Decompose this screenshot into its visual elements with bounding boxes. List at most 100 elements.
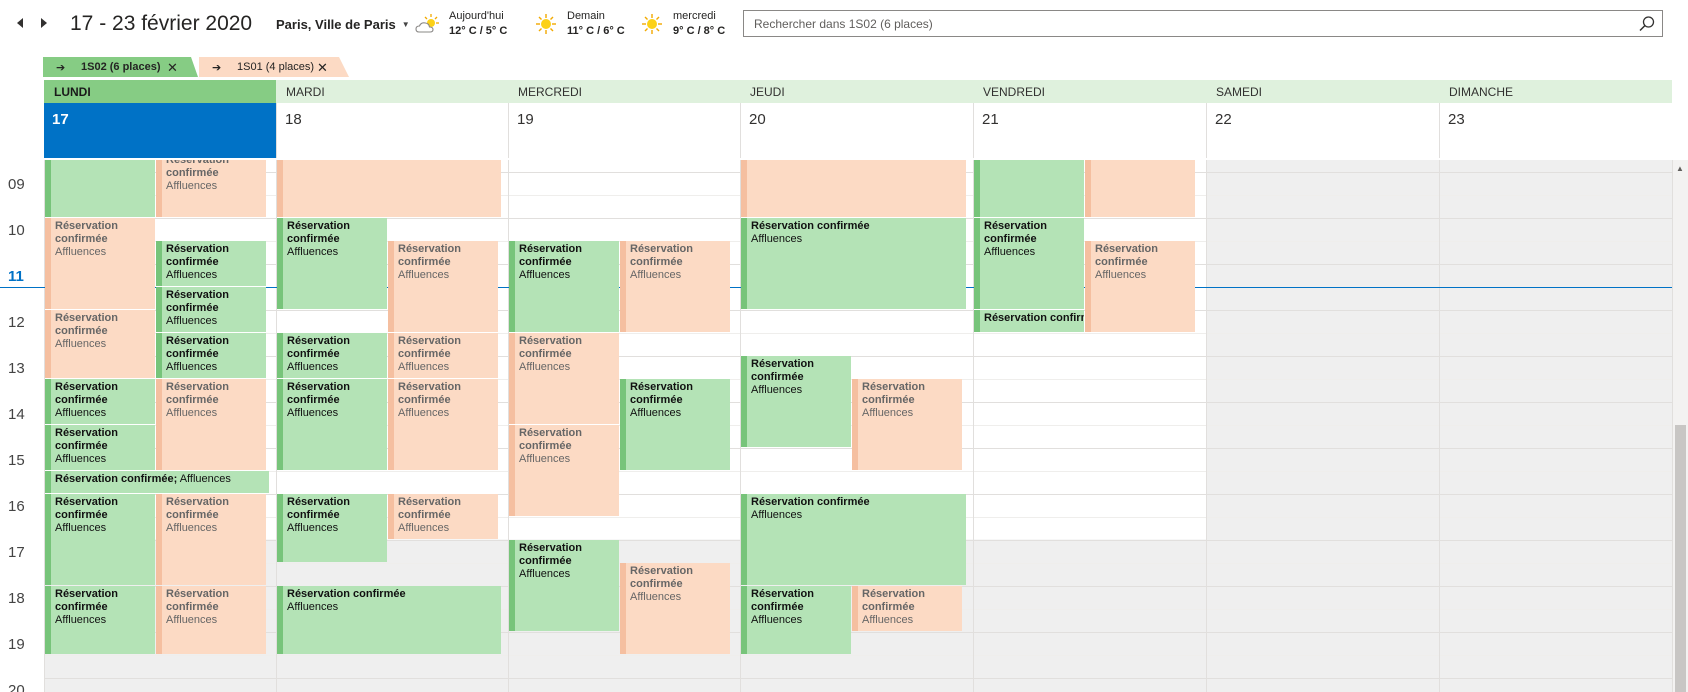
calendar-event[interactable]: Réservation confirmée Affluences [156, 332, 266, 378]
calendar-event[interactable]: Réservation confirmée Affluences [156, 493, 266, 585]
event-title: Réservation confirmée [55, 219, 118, 245]
calendar-tab-1s02[interactable]: ➔ 1S02 (6 places) ✕ [43, 57, 198, 77]
calendar-event[interactable]: Réservation confirmée Affluences [852, 378, 962, 470]
event-color-bar [277, 493, 283, 562]
day-number[interactable]: 20 [740, 103, 973, 158]
calendar-event[interactable]: Réservation confirmée Affluences [852, 585, 962, 631]
calendar-event[interactable]: Réservation confirmée Affluences [156, 585, 266, 654]
event-subtitle: Affluences [630, 406, 682, 419]
close-icon[interactable]: ✕ [167, 60, 178, 76]
hour-label: 18 [8, 589, 25, 607]
search-icon[interactable] [1638, 15, 1656, 33]
next-week-button[interactable] [38, 16, 50, 30]
calendar-event[interactable] [1085, 160, 1195, 217]
day-name-dimanche: DIMANCHE [1439, 80, 1672, 103]
day-number[interactable]: 19 [508, 103, 740, 158]
calendar-event[interactable]: Réservation confirmée Affluences [741, 217, 966, 309]
event-subtitle: Affluences [287, 600, 339, 613]
close-icon[interactable]: ✕ [317, 60, 328, 76]
event-subtitle: Affluences [166, 268, 218, 281]
calendar-event[interactable]: Réservation confirmée Affluences [156, 286, 266, 332]
event-subtitle: Affluences [166, 180, 218, 192]
calendar-event[interactable]: Réservation confirmée Affluences [1085, 240, 1195, 332]
event-color-bar [509, 424, 515, 516]
event-title: Réservation confirmée [287, 587, 406, 600]
calendar-event[interactable] [974, 160, 1084, 217]
calendar-event[interactable]: Réservation confirmée Affluences [509, 424, 619, 516]
event-title: Réservation confirmée [519, 242, 582, 268]
event-title: Réservation confirmée [984, 219, 1047, 245]
calendar-event[interactable]: Réservation confirmée Affluences [277, 378, 387, 470]
calendar-event[interactable]: Réservation confirmée Affluences [277, 493, 387, 562]
day-number[interactable]: 22 [1206, 103, 1439, 158]
calendar-event[interactable]: Réservation confirmée Affluences [388, 332, 498, 378]
event-title: Réservation confirmée [166, 242, 229, 268]
calendar-event[interactable]: Réservation confirmée Affluences [45, 378, 155, 424]
calendar-event[interactable]: Réservation confirmée Affluences [974, 217, 1084, 309]
hour-gridline [44, 309, 1672, 311]
calendar-event[interactable]: Réservation confirmée Affluences [45, 217, 155, 309]
event-color-bar [974, 309, 980, 332]
day-number[interactable]: 18 [276, 103, 508, 158]
sun-icon [638, 12, 666, 36]
calendar-event[interactable]: Réservation confirmée Affluences [388, 240, 498, 332]
scroll-up-icon[interactable]: ▲ [1676, 164, 1684, 173]
event-color-bar [741, 585, 747, 654]
event-subtitle: Affluences [398, 521, 450, 534]
previous-week-button[interactable] [14, 16, 26, 30]
calendar-event[interactable]: Réservation confirmée Affluences [45, 309, 155, 378]
event-color-bar [974, 160, 980, 217]
calendar-event[interactable]: Réservation confirmée Affluences [45, 424, 155, 470]
event-subtitle: Affluences [398, 406, 450, 419]
half-hour-gridline [44, 654, 1672, 656]
calendar-event[interactable]: Réservation confirmée Affluences [156, 160, 266, 217]
event-title: Réservation confirmée [862, 587, 925, 613]
calendar-event[interactable] [45, 160, 155, 217]
search-box[interactable] [743, 10, 1663, 37]
calendar-event[interactable]: Réservation confirmée Affluences [509, 332, 619, 424]
calendar-event[interactable]: Réservation confirmée Affluences [277, 217, 387, 309]
location-selector[interactable]: Paris, Ville de Paris ▼ [276, 17, 410, 32]
calendar-event[interactable]: Réservation confirmée Affluences [741, 355, 851, 447]
day-number[interactable]: 17 [44, 103, 276, 158]
search-input[interactable] [754, 15, 1614, 32]
time-grid[interactable]: 09 10 11 12 13 14 15 16 17 18 19 20 Réservation conf… [0, 160, 1688, 692]
calendar-event[interactable]: Réservation confirmée Affluences [741, 493, 966, 585]
calendar-event[interactable]: Réservation confirmée Affluences [45, 585, 155, 654]
day-number[interactable]: 21 [973, 103, 1206, 158]
calendar-event[interactable]: Réservation confirmée Affluences [620, 240, 730, 332]
vertical-scrollbar[interactable]: ▲ [1672, 160, 1688, 692]
event-subtitle: Affluences [179, 472, 231, 485]
event-color-bar [620, 562, 626, 654]
calendar-toolbar: 17 - 23 février 2020 Paris, Ville de Par… [0, 0, 1688, 48]
calendar-event[interactable]: Réservation confirmée [974, 309, 1084, 332]
event-title: Réservation confirmée [751, 357, 814, 383]
calendar-event[interactable]: Réservation confirmée Affluences [509, 539, 619, 631]
day-name-mardi: MARDI [276, 80, 508, 103]
event-color-bar [156, 286, 162, 332]
hour-label: 19 [8, 635, 25, 653]
weather-day-label: Demain [567, 10, 605, 22]
event-title: Réservation confirmée; [55, 472, 178, 485]
calendar-event[interactable]: Réservation confirmée Affluences [620, 562, 730, 654]
scroll-thumb[interactable] [1675, 425, 1686, 692]
calendar-event[interactable]: Réservation confirmée Affluences [620, 378, 730, 470]
calendar-event[interactable]: Réservation confirmée Affluences [509, 240, 619, 332]
day-number[interactable]: 23 [1439, 103, 1672, 158]
calendar-event[interactable]: Réservation confirmée Affluences [45, 493, 155, 585]
calendar-tab-1s01[interactable]: ➔ 1S01 (4 places) ✕ [199, 57, 349, 77]
weather-day-label: Aujourd'hui [449, 10, 504, 22]
event-title: Réservation confirmée [398, 334, 461, 360]
calendar-event[interactable]: Réservation confirmée Affluences [156, 240, 266, 286]
calendar-event[interactable]: Réservation confirmée Affluences [388, 493, 498, 539]
calendar-event[interactable]: Réservation confirmée Affluences [741, 585, 851, 654]
event-color-bar [277, 585, 283, 654]
calendar-event[interactable]: Réservation confirmée Affluences [277, 332, 387, 378]
calendar-event[interactable]: Réservation confirmée Affluences [277, 585, 501, 654]
calendar-event[interactable] [277, 160, 501, 217]
hour-label: 09 [8, 175, 25, 193]
calendar-event[interactable]: Réservation confirmée Affluences [156, 378, 266, 470]
calendar-event[interactable]: Réservation confirmée; Affluences [45, 470, 269, 493]
calendar-event[interactable] [741, 160, 966, 217]
calendar-event[interactable]: Réservation confirmée Affluences [388, 378, 498, 470]
